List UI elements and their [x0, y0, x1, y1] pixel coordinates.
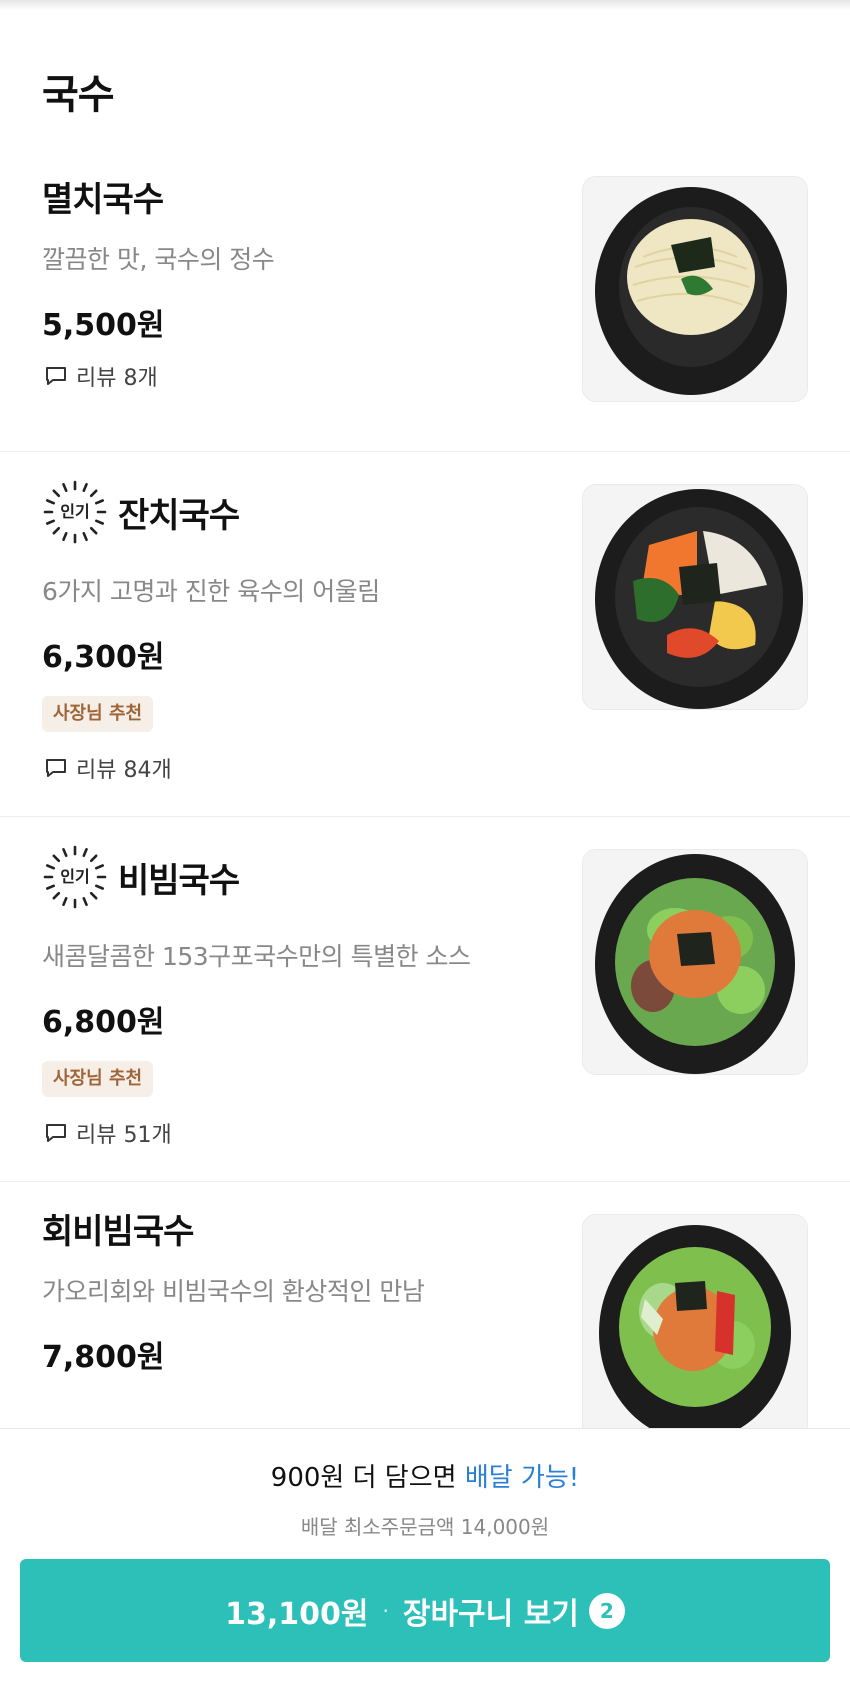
item-head: 회비빔국수: [42, 1204, 194, 1253]
item-description: 깔끔한 맛, 국수의 정수: [42, 245, 275, 274]
popular-badge: 인기: [42, 844, 108, 910]
delivery-notice: 900원 더 담으면 배달 가능!: [0, 1457, 850, 1494]
item-head: 인기 비빔국수: [42, 844, 240, 910]
item-head: 멸치국수: [42, 172, 164, 221]
menu-item-spicy-noodle[interactable]: 인기 비빔국수 새콤달콤한 153구포국수만의 특별한 소스 6,800원 사장…: [0, 817, 850, 1182]
popular-label: 인기: [60, 867, 90, 886]
item-description: 새콤달콤한 153구포국수만의 특별한 소스: [42, 942, 471, 971]
cart-label: 장바구니 보기: [402, 1596, 579, 1632]
menu-item-anchovy-noodle[interactable]: 멸치국수 깔끔한 맛, 국수의 정수 5,500원 리뷰 8개: [0, 150, 850, 452]
cart-panel: 900원 더 담으면 배달 가능! 배달 최소주문금액 14,000원 13,1…: [0, 1428, 850, 1681]
review-label: 리뷰 8개: [76, 366, 158, 391]
cart-total: 13,100원: [225, 1596, 369, 1632]
raw-fish-noodle-photo[interactable]: [582, 1214, 808, 1440]
review-count[interactable]: 리뷰 51개: [44, 1117, 172, 1149]
menu-item-banquet-noodle[interactable]: 인기 잔치국수 6가지 고명과 진한 육수의 어울림 6,300원 사장님 추천…: [0, 452, 850, 817]
spicy-noodle-photo[interactable]: [582, 849, 808, 1075]
item-price: 6,300원: [42, 640, 165, 675]
item-description: 6가지 고명과 진한 육수의 어울림: [42, 577, 380, 606]
banquet-noodle-photo[interactable]: [582, 484, 808, 710]
popular-badge: 인기: [42, 479, 108, 545]
review-label: 리뷰 51개: [76, 1123, 172, 1148]
item-description: 가오리회와 비빔국수의 환상적인 만남: [42, 1277, 425, 1306]
section-title: 국수: [42, 72, 115, 118]
notice-highlight: 배달 가능!: [464, 1463, 580, 1493]
view-cart-button[interactable]: 13,100원 · 장바구니 보기 2: [20, 1559, 830, 1662]
review-label: 리뷰 84개: [76, 758, 172, 783]
cart-count-badge: 2: [588, 1592, 625, 1629]
item-name: 비빔국수: [118, 860, 240, 901]
separator-dot: ·: [382, 1598, 389, 1623]
item-head: 인기 잔치국수: [42, 479, 240, 545]
speech-bubble-icon: [46, 1124, 66, 1142]
owner-pick-badge: 사장님 추천: [42, 696, 154, 732]
review-count[interactable]: 리뷰 84개: [44, 752, 172, 784]
owner-pick-badge: 사장님 추천: [42, 1061, 154, 1097]
speech-bubble-icon: [46, 759, 66, 777]
item-name: 잔치국수: [118, 495, 240, 536]
speech-bubble-icon: [46, 367, 66, 385]
notice-prefix: 900원 더 담으면: [270, 1463, 465, 1493]
min-order-amount: 배달 최소주문금액 14,000원: [300, 1515, 550, 1539]
menu-list: 멸치국수 깔끔한 맛, 국수의 정수 5,500원 리뷰 8개 인기 잔치국수 …: [0, 150, 850, 1482]
item-price: 5,500원: [42, 308, 165, 343]
item-price: 7,800원: [42, 1340, 165, 1375]
anchovy-noodle-photo[interactable]: [582, 176, 808, 402]
item-name: 멸치국수: [42, 180, 164, 220]
review-count[interactable]: 리뷰 8개: [44, 360, 158, 392]
item-price: 6,800원: [42, 1005, 165, 1040]
popular-label: 인기: [60, 502, 90, 521]
top-shadow: [0, 0, 850, 10]
item-name: 회비빔국수: [42, 1212, 194, 1252]
